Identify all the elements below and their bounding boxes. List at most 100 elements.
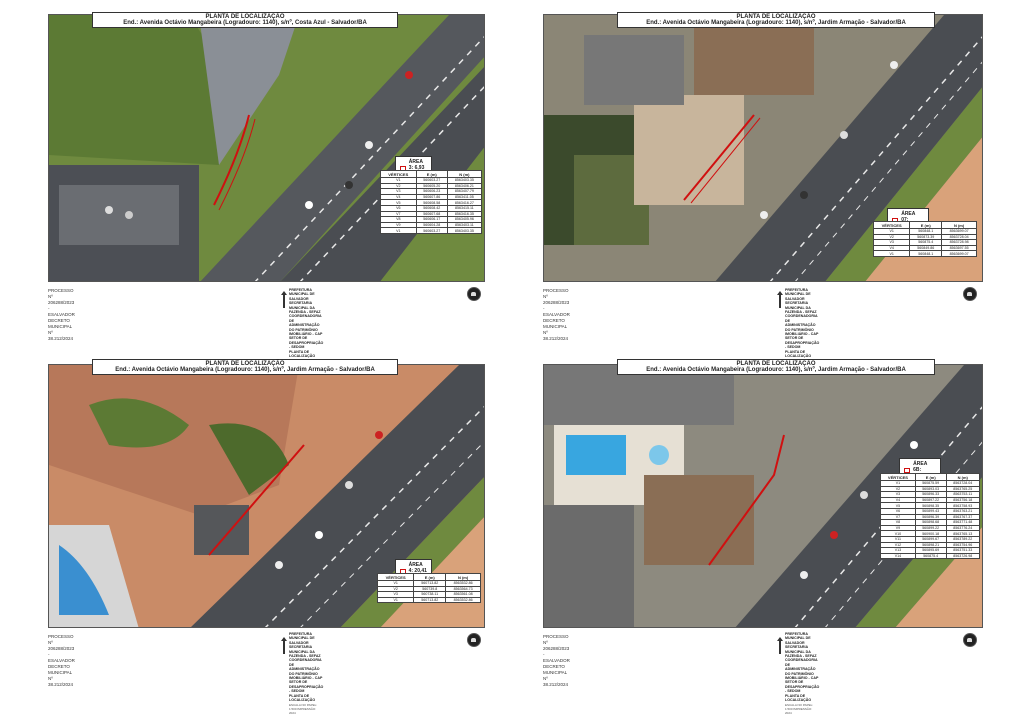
table-row: V2 560893.03 8563765.25 (880, 485, 981, 493)
footer-org-4: PREFEITURA MUNICIPAL DE SALVADOR SECRETA… (785, 632, 819, 716)
n-coordinate-cell: 8563532.86 (445, 596, 481, 604)
table-row: V13 560895.69 8563751.33 (880, 547, 981, 554)
org-line: SECRETARIA MUNICIPAL DA FAZENDA - SEFAZ (289, 645, 321, 659)
doc-label: PLANTA DE LOCALIZAÇÃO (289, 349, 316, 359)
title-box-1: PLANTA DE LOCALIZAÇÃO End.: Avenida Octá… (92, 12, 398, 28)
title-box-3: PLANTA DE LOCALIZAÇÃO End.: Avenida Octá… (92, 359, 398, 375)
table-row: V3 560738.11 8563561.08 (376, 591, 481, 598)
vertex-cell: V1 (380, 227, 417, 234)
vertices-table-2: VÉRTICES E (m) N (m) V1 560848.1 8563699.07 V… (872, 221, 977, 257)
col-e: E (m) (413, 573, 447, 581)
col-n: N (m) (941, 221, 977, 229)
footer-process-4: PROCESSO Nº 206288/2023 - ESALVADOR DECR… (543, 634, 570, 688)
table-row: V1 560603.27 8563403.35 (380, 177, 483, 184)
org-line: SETOR DE DESAPROPRIAÇÃO - SEDOM (289, 680, 324, 694)
table-row: V4 560897.22 8563756.18 (880, 496, 981, 504)
col-n: N (m) (445, 573, 481, 581)
title-box-2: PLANTA DE LOCALIZAÇÃO End.: Avenida Octá… (617, 12, 935, 28)
footer-process-1: PROCESSO Nº 206288/2023 - ESALVADOR DECR… (48, 288, 75, 342)
org-line: SETOR DE DESAPROPRIAÇÃO - SEDOM (785, 336, 820, 350)
org-line: SETOR DE DESAPROPRIAÇÃO - SEDOM (785, 680, 820, 694)
process-number: PROCESSO Nº 206288/2023 - ESALVADOR (543, 288, 570, 317)
decree-number: DECRETO MUNICIPAL Nº 38.212/2024 (543, 318, 569, 341)
address-line: End.: Avenida Octávio Mangabeira (Lograd… (646, 20, 906, 26)
doc-label: PLANTA DE LOCALIZAÇÃO (289, 693, 316, 703)
org-line: PREFEITURA MUNICIPAL DE SALVADOR (785, 288, 811, 301)
address-line: End.: Avenida Octávio Mangabeira (Lograd… (115, 367, 375, 373)
table-row: V8 560898.68 8563771.48 (880, 519, 981, 526)
aerial-image-1 (49, 15, 484, 281)
table-row: V11 560899.67 8563789.22 (880, 535, 981, 543)
city-seal-icon (467, 633, 481, 647)
north-arrow-icon (281, 291, 287, 308)
vertex-cell: V14 (880, 552, 916, 560)
org-line: SECRETARIA MUNICIPAL DA FAZENDA - SEFAZ (785, 301, 817, 315)
table-row: V7 560607.68 8563416.35 (380, 210, 483, 218)
vertices-table-1: VÉRTICES E (m) N (m) V1 560603.27 8563403.35… (380, 170, 483, 234)
vertex-cell: V1 (376, 596, 415, 604)
table-row: V4 560849.86 8563697.55 (872, 244, 977, 252)
process-number: PROCESSO Nº 206288/2023 - ESALVADOR (543, 634, 570, 663)
table-row: V1 560848.1 8563699.07 (872, 250, 977, 257)
e-coordinate-cell: 560875.4 (914, 552, 947, 560)
scale-text: ESCALA NO PAPEL: 1:500 IMPRESSÃO: 2024 (785, 702, 814, 716)
table-row: V3 560875.4 8563728.98 (872, 239, 977, 246)
doc-label: PLANTA DE LOCALIZAÇÃO (785, 693, 812, 703)
title-box-4: PLANTA DE LOCALIZAÇÃO End.: Avenida Octá… (617, 359, 935, 375)
process-number: PROCESSO Nº 206288/2023 - ESALVADOR (48, 634, 75, 663)
org-line: COORDENADORIA DE ADMINISTRAÇÃO DO PATRIM… (785, 314, 819, 337)
address-line: End.: Avenida Octávio Mangabeira (Lograd… (123, 20, 367, 26)
table-row: V8 560606.17 8563405.96 (380, 216, 483, 223)
e-coordinate-cell: 560713.82 (413, 596, 447, 604)
n-coordinate-cell: 8563726.98 (945, 552, 981, 560)
col-vertices: VÉRTICES (880, 473, 916, 481)
table-row: V9 560899.22 8563776.24 (880, 524, 981, 532)
north-arrow-icon (777, 291, 783, 308)
process-number: PROCESSO Nº 206288/2023 - ESALVADOR (48, 288, 75, 317)
table-row: V10 560900.18 8563765.13 (880, 530, 981, 537)
org-line: SETOR DE DESAPROPRIAÇÃO - SEDOM (289, 336, 324, 350)
satellite-map-1 (48, 14, 485, 282)
vertex-cell: V1 (872, 250, 911, 257)
vertices-table-3: VÉRTICES E (m) N (m) V1 560713.82 8563532.86… (376, 573, 481, 604)
n-coordinate-cell: 8563699.07 (941, 250, 977, 257)
north-arrow-icon (777, 637, 783, 654)
col-e: E (m) (914, 473, 947, 481)
table-row: V3 560896.33 8563753.11 (880, 491, 981, 498)
e-coordinate-cell: 560603.27 (415, 227, 448, 234)
table-row: V9 560604.28 8563403.11 (380, 221, 483, 229)
vertices-table-4: VÉRTICES E (m) N (m) V1 560875.59 8563728.04… (880, 473, 981, 560)
table-row: V6 560608.42 8563415.11 (380, 205, 483, 212)
col-vertices: VÉRTICES (380, 170, 417, 178)
col-vertices: VÉRTICES (376, 573, 415, 581)
table-row: V3 560606.23 8563407.79 (380, 188, 483, 195)
doc-label: PLANTA DE LOCALIZAÇÃO (785, 349, 812, 359)
table-row: V2 560873.39 8563728.04 (872, 233, 977, 241)
table-row: V1 560713.82 8563532.86 (376, 596, 481, 604)
table-row: V4 560607.86 8563411.05 (380, 193, 483, 201)
table-row: V1 560875.59 8563728.04 (880, 480, 981, 487)
n-coordinate-cell: 8563403.35 (446, 227, 483, 234)
col-n: N (m) (446, 170, 483, 178)
table-row: V1 560603.27 8563403.35 (380, 227, 483, 234)
table-row: V2 560605.20 8563406.21 (380, 182, 483, 190)
decree-number: DECRETO MUNICIPAL Nº 38.212/2024 (48, 318, 74, 341)
table-row: V1 560713.82 8563532.86 (376, 580, 481, 587)
decree-number: DECRETO MUNICIPAL Nº 38.212/2024 (48, 664, 74, 687)
city-seal-icon (963, 287, 977, 301)
org-line: COORDENADORIA DE ADMINISTRAÇÃO DO PATRIM… (785, 658, 819, 681)
org-line: COORDENADORIA DE ADMINISTRAÇÃO DO PATRIM… (289, 314, 323, 337)
north-arrow-icon (281, 637, 287, 654)
footer-org-3: PREFEITURA MUNICIPAL DE SALVADOR SECRETA… (289, 632, 323, 716)
col-e: E (m) (415, 170, 448, 178)
table-row: V12 560898.21 8563754.96 (880, 541, 981, 549)
table-row: V6 560899.43 8563763.21 (880, 508, 981, 515)
footer-process-3: PROCESSO Nº 206288/2023 - ESALVADOR DECR… (48, 634, 75, 688)
table-row: V1 560848.1 8563699.07 (872, 228, 977, 235)
org-line: PREFEITURA MUNICIPAL DE SALVADOR (289, 632, 315, 645)
e-coordinate-cell: 560848.1 (909, 250, 943, 257)
decree-number: DECRETO MUNICIPAL Nº 38.212/2024 (543, 664, 569, 687)
scale-text: ESCALA NO PAPEL: 1:500 IMPRESSÃO: 2024 (289, 702, 318, 716)
org-line: SECRETARIA MUNICIPAL DA FAZENDA - SEFAZ (785, 645, 817, 659)
footer-process-2: PROCESSO Nº 206288/2023 - ESALVADOR DECR… (543, 288, 570, 342)
